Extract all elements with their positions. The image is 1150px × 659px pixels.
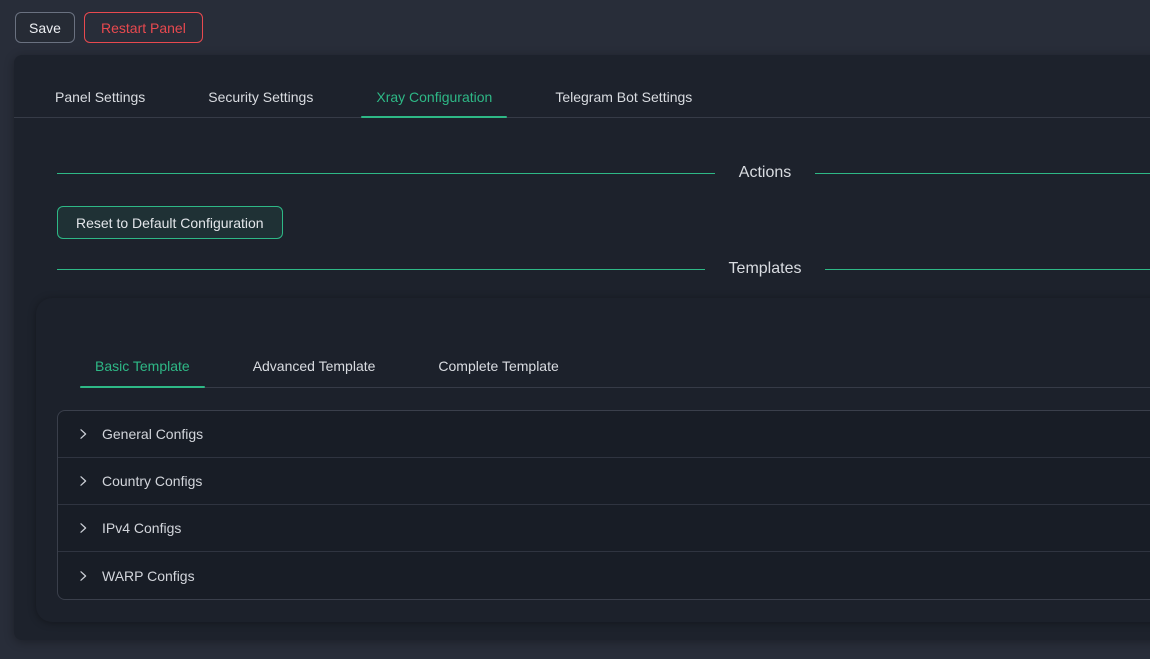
collapse-item-ipv4-configs[interactable]: IPv4 Configs — [58, 505, 1150, 552]
collapse-item-label: General Configs — [102, 426, 203, 442]
settings-tabbar: Panel Settings Security Settings Xray Co… — [14, 55, 1150, 118]
collapse-item-general-configs[interactable]: General Configs — [58, 411, 1150, 458]
topbar: Save Restart Panel — [0, 0, 1150, 55]
tab-telegram-bot-settings[interactable]: Telegram Bot Settings — [540, 55, 707, 117]
tab-xray-configuration[interactable]: Xray Configuration — [361, 55, 507, 117]
templates-divider: Templates — [57, 255, 1150, 283]
tab-basic-template[interactable]: Basic Template — [80, 322, 205, 387]
templates-tabbar: Basic Template Advanced Template Complet… — [80, 322, 1150, 388]
collapse-item-country-configs[interactable]: Country Configs — [58, 458, 1150, 505]
divider-line — [57, 269, 705, 270]
tab-security-settings[interactable]: Security Settings — [193, 55, 328, 117]
settings-card: Panel Settings Security Settings Xray Co… — [14, 55, 1150, 640]
collapse-item-warp-configs[interactable]: WARP Configs — [58, 552, 1150, 599]
templates-divider-label: Templates — [729, 260, 802, 278]
chevron-right-icon — [76, 427, 90, 441]
divider-line — [815, 173, 1150, 174]
chevron-right-icon — [76, 569, 90, 583]
tab-advanced-template[interactable]: Advanced Template — [238, 322, 391, 387]
reset-default-configuration-button[interactable]: Reset to Default Configuration — [57, 206, 283, 239]
chevron-right-icon — [76, 474, 90, 488]
templates-card: Basic Template Advanced Template Complet… — [36, 298, 1150, 622]
collapse-item-label: WARP Configs — [102, 568, 195, 584]
divider-line — [57, 173, 715, 174]
xray-configuration-page: Save Restart Panel Panel Settings Securi… — [0, 0, 1150, 659]
template-config-collapse: General Configs Country Configs IPv4 Con… — [57, 410, 1150, 600]
chevron-right-icon — [76, 521, 90, 535]
restart-panel-button[interactable]: Restart Panel — [84, 12, 203, 43]
tab-complete-template[interactable]: Complete Template — [423, 322, 573, 387]
actions-divider-label: Actions — [739, 164, 791, 182]
divider-line — [825, 269, 1150, 270]
collapse-item-label: Country Configs — [102, 473, 202, 489]
save-button[interactable]: Save — [15, 12, 75, 43]
collapse-item-label: IPv4 Configs — [102, 520, 181, 536]
tab-panel-settings[interactable]: Panel Settings — [40, 55, 160, 117]
actions-divider: Actions — [57, 159, 1150, 187]
